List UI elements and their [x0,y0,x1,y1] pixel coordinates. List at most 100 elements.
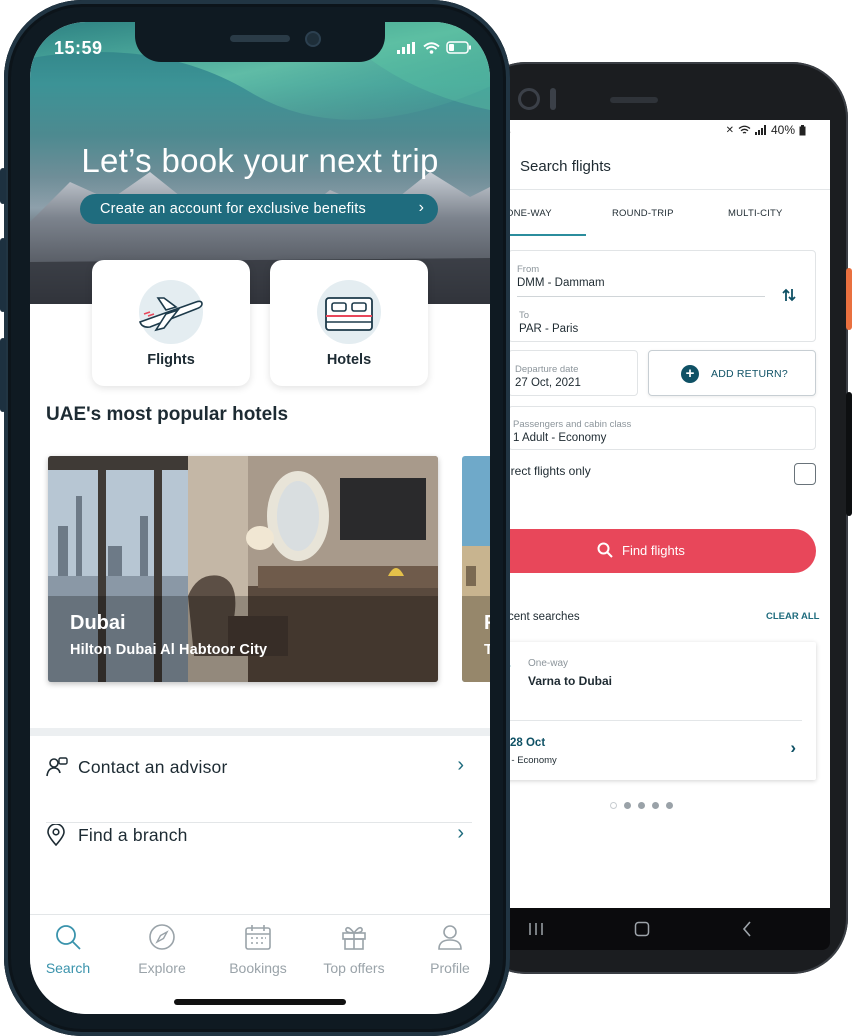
carousel-dot[interactable] [638,802,645,809]
tab-label: Bookings [229,960,287,976]
carousel-dot[interactable] [666,802,673,809]
recents-icon[interactable] [528,922,544,936]
plus-icon: + [681,365,699,383]
earpiece [230,35,290,42]
ios-status-time: 15:59 [54,38,103,58]
to-field[interactable]: PAR - Paris [519,323,578,335]
hotel-name: T [484,642,490,658]
android-navigation-bar [470,908,830,950]
flights-card[interactable]: Flights [92,260,250,386]
add-return-button[interactable]: + ADD RETURN? [648,350,816,396]
battery-icon [446,41,471,54]
hotel-city: F [484,612,490,635]
find-flights-label: Find flights [622,543,685,558]
tab-profile[interactable]: Profile [404,923,490,976]
carousel-dot[interactable] [652,802,659,809]
tab-explore[interactable]: Explore [116,923,208,976]
wifi-icon [738,125,751,134]
tab-label: Search [45,960,91,976]
tab-round-trip[interactable]: ROUND-TRIP [612,208,674,219]
tab-label: Profile [430,960,470,976]
signal-icon [397,41,415,54]
volume-button [846,392,852,516]
battery-icon [799,124,806,135]
route-fields: From DMM - Dammam To PAR - Paris [508,250,816,342]
find-branch-row[interactable]: Find a branch › [46,804,472,870]
create-account-button[interactable]: Create an account for exclusive benefits… [80,194,438,224]
airplane-icon [138,297,203,332]
contact-advisor-label: Contact an advisor [78,757,228,777]
direct-flights-label: irect flights only [508,464,591,478]
page-title: Search flights [520,158,611,175]
active-tab-indicator [500,234,586,236]
chevron-right-icon[interactable]: › [790,738,796,758]
clear-all-link[interactable]: CLEAR ALL [766,611,819,622]
person-icon [438,925,462,950]
location-pin-icon [47,824,65,846]
contact-advisor-row[interactable]: Contact an advisor › [46,736,472,802]
tab-one-way[interactable]: ONE-WAY [506,208,552,219]
volume-down-button [0,338,6,412]
passengers-label: Passengers and cabin class [513,419,632,430]
recent-search-card[interactable]: One-way Varna to Dubai 28 Oct lt - Econo… [490,642,816,780]
compass-icon [149,924,175,950]
departure-label: Departure date [515,364,579,375]
passengers-field[interactable]: Passengers and cabin class 1 Adult - Eco… [508,406,816,450]
iphone-screen: Let’s book your next trip Create an acco… [30,22,490,1014]
tab-top-offers[interactable]: Top offers [308,923,400,976]
recent-searches-title: cent searches [508,611,580,623]
camera-icon [518,88,540,110]
tab-search[interactable]: Search [30,923,114,976]
chevron-right-icon: › [457,822,464,844]
volume-up-button [0,238,6,312]
carousel-dot[interactable] [610,802,617,809]
trip-type-tabs: ONE-WAY ROUND-TRIP MULTI-CITY [470,196,830,236]
carousel-dot[interactable] [624,802,631,809]
recent-route: Varna to Dubai [528,674,613,688]
home-icon[interactable] [634,921,650,937]
hotels-label: Hotels [326,352,372,368]
android-screen: 5 ✕ 40% Search flights ONE-WAY ROUND-TRI… [470,120,830,910]
hero-title: Let’s book your next trip [81,142,439,179]
find-flights-button[interactable]: Find flights [470,529,816,573]
direct-flights-checkbox[interactable] [794,463,816,485]
tab-label: Top offers [323,960,385,976]
android-app-header: Search flights [470,146,830,190]
recent-class: lt - Economy [504,755,557,766]
battery-text: 40% [770,123,795,137]
chevron-right-icon: › [418,199,424,216]
home-indicator [174,999,346,1005]
from-field[interactable]: DMM - Dammam [517,277,605,289]
hotel-name: Hilton Dubai Al Habtoor City [70,642,268,658]
android-status-right: ✕ 40% [726,123,806,137]
hotel-city: Dubai [70,612,126,634]
tab-multi-city[interactable]: MULTI-CITY [728,208,783,219]
find-branch-label: Find a branch [78,825,188,845]
wifi-icon [423,41,440,54]
mute-switch [0,168,6,204]
recent-divider [508,720,802,721]
recent-date: 28 Oct [510,737,546,749]
ios-status-icons [397,41,472,54]
create-account-label: Create an account for exclusive benefits [100,201,366,217]
departure-value: 27 Oct, 2021 [515,377,581,389]
bed-icon [325,297,373,331]
sensor-icon [550,88,556,110]
chevron-right-icon: › [457,754,464,776]
from-underline [517,296,765,297]
tab-label: Explore [138,960,186,976]
hotel-card-next[interactable]: F T [462,456,490,682]
tab-bookings[interactable]: Bookings [212,923,304,976]
help-list: Contact an advisor › Find a branch › [30,736,490,914]
departure-date-field[interactable]: Departure date 27 Oct, 2021 [508,350,638,396]
swap-icon[interactable] [781,287,797,303]
passengers-value: 1 Adult - Economy [513,432,607,444]
gift-icon [342,926,366,950]
flights-label: Flights [147,352,195,368]
hotel-card-dubai[interactable]: Dubai Hilton Dubai Al Habtoor City [48,456,438,682]
to-label: To [519,310,530,321]
back-icon[interactable] [742,921,752,937]
calendar-icon [245,925,271,950]
hotels-card[interactable]: Hotels [270,260,428,386]
iphone-frame: Let’s book your next trip Create an acco… [0,0,510,1036]
